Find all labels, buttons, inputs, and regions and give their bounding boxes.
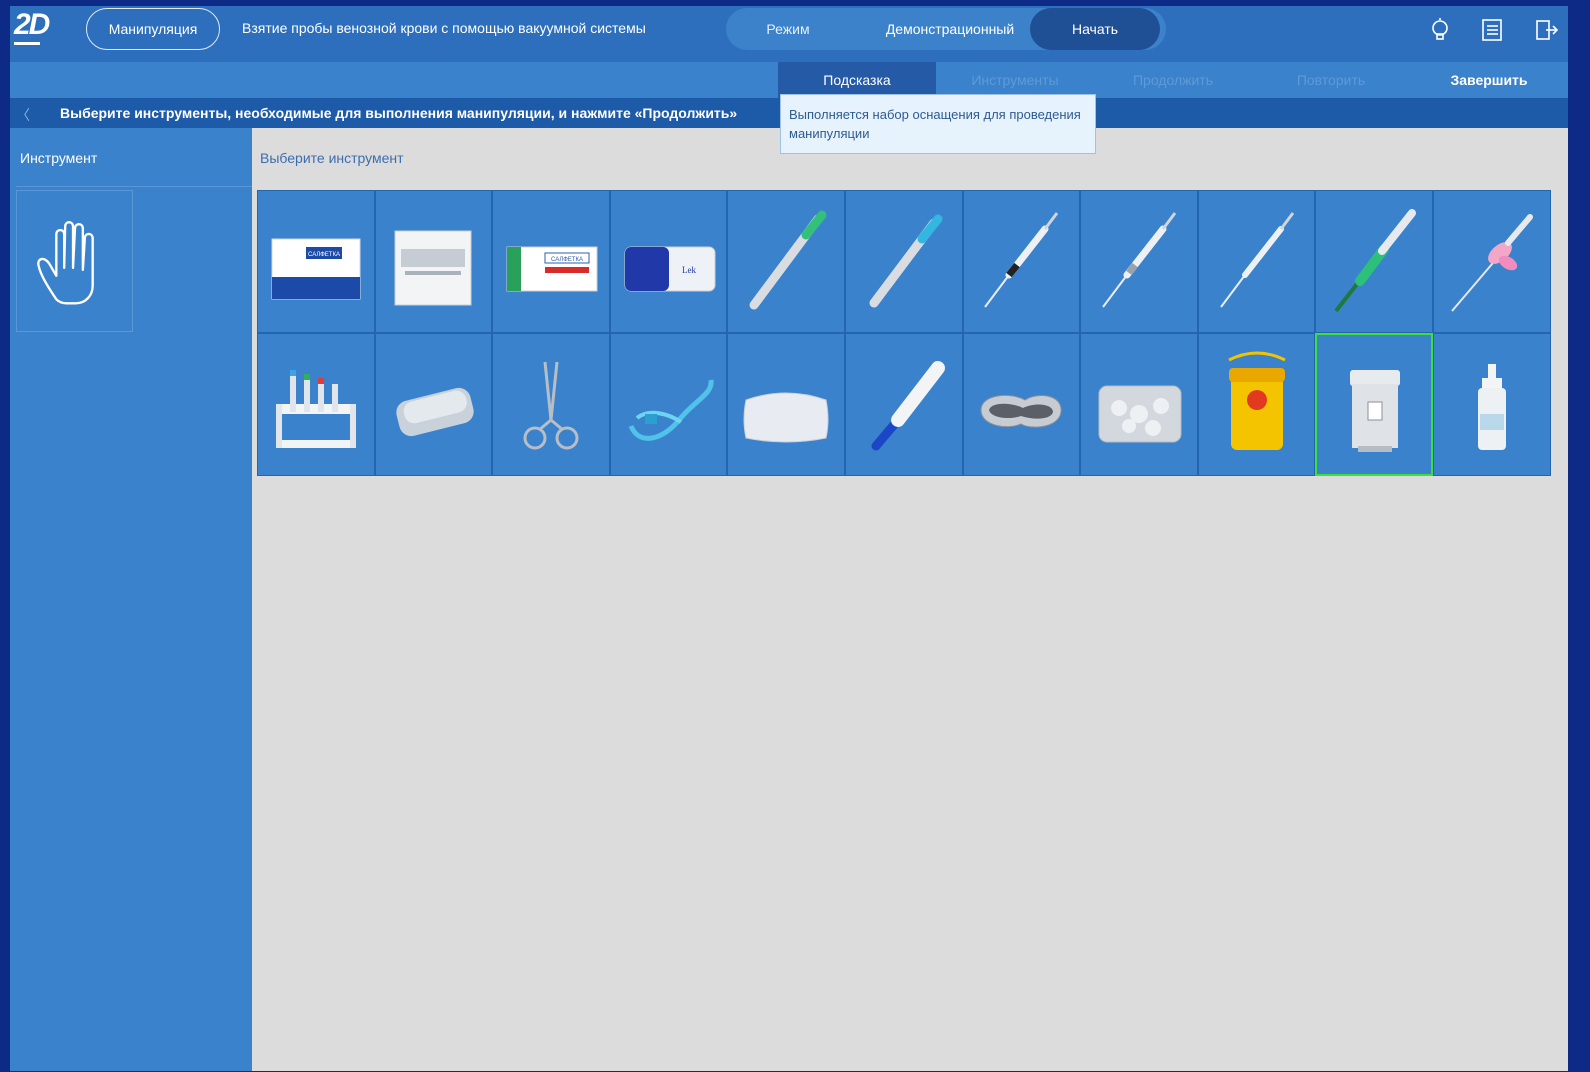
tool-tile[interactable] <box>1432 333 1551 476</box>
tool-tile[interactable] <box>1197 190 1316 333</box>
tool-selection-title: Выберите инструмент <box>260 150 404 166</box>
tool-tile[interactable] <box>1432 190 1551 333</box>
logo-underline <box>14 42 40 45</box>
pillow-icon <box>743 392 829 442</box>
tool-tile[interactable] <box>374 190 493 333</box>
top-bar: 2D Манипуляция Взятие пробы венозной кро… <box>10 6 1568 62</box>
tool-tile[interactable] <box>1197 333 1316 476</box>
sterilizer-box-icon <box>396 387 475 436</box>
sharps-container-icon <box>1227 351 1286 450</box>
mode-label: Режим <box>766 21 810 37</box>
tool-tile[interactable] <box>492 333 610 476</box>
tool-tile[interactable] <box>1080 190 1198 333</box>
divider <box>16 186 252 187</box>
tube-holder-icon <box>871 360 945 450</box>
tool-tile-selected[interactable] <box>1315 333 1433 476</box>
syringe-icon <box>984 211 1059 308</box>
tool-grid: САЛФЕТКА САЛФЕТКА Lek <box>257 190 1551 476</box>
exit-icon[interactable] <box>1532 16 1560 44</box>
waste-bin-icon <box>1350 369 1401 452</box>
selected-tool-slot[interactable] <box>16 190 133 332</box>
tool-tile[interactable] <box>962 190 1081 333</box>
instrument-panel: Инструмент <box>10 128 252 1071</box>
procedure-title: Взятие пробы венозной крови с помощью ва… <box>242 20 646 36</box>
tool-tile[interactable] <box>257 333 375 476</box>
tool-tile[interactable] <box>374 333 493 476</box>
checklist-icon[interactable] <box>1478 16 1506 44</box>
tool-tile[interactable]: САЛФЕТКА <box>492 190 610 333</box>
syringe-icon <box>1102 211 1177 308</box>
alcohol-wipe-icon: САЛФЕТКА <box>506 246 598 291</box>
manipulation-button[interactable]: Манипуляция <box>86 8 220 50</box>
wipe-package-icon: САЛФЕТКА <box>271 238 361 299</box>
sterile-pack-icon <box>394 230 472 305</box>
mode-value[interactable]: Демонстрационный <box>860 8 1040 50</box>
forceps-icon <box>523 361 579 449</box>
kidney-tray-icon <box>980 394 1062 428</box>
app-logo: 2D <box>14 8 50 41</box>
gauze-pack-icon: Lek <box>624 246 716 291</box>
app-window: 2D Манипуляция Взятие пробы венозной кро… <box>10 6 1568 1071</box>
instrument-panel-title: Инструмент <box>20 150 98 166</box>
chevron-left-icon[interactable]: 〈 <box>16 105 30 125</box>
tool-tile[interactable] <box>727 333 845 476</box>
tool-tile[interactable] <box>1315 190 1433 333</box>
start-button[interactable]: Начать <box>1030 8 1160 50</box>
tool-tile[interactable] <box>1080 333 1198 476</box>
hint-tooltip: Выполняется набор оснащения для проведен… <box>780 94 1096 154</box>
svg-text:Lek: Lek <box>682 265 696 275</box>
tab-finish[interactable]: Завершить <box>1410 62 1568 98</box>
tool-tile[interactable] <box>844 333 963 476</box>
lightbulb-icon[interactable] <box>1426 16 1454 44</box>
needle-green-cap-icon <box>749 210 827 309</box>
needle-blue-cap-icon <box>869 214 943 307</box>
tab-hint[interactable]: Подсказка <box>778 62 936 98</box>
tool-selection-area: Выберите инструмент САЛФЕТКА САЛФЕТКА Le… <box>252 128 1568 1071</box>
tab-instruments[interactable]: Инструменты <box>936 62 1094 98</box>
tourniquet-icon <box>628 379 714 441</box>
butterfly-needle-icon <box>1450 213 1533 312</box>
tool-tile[interactable] <box>609 333 728 476</box>
antiseptic-bottle-icon <box>1477 363 1506 450</box>
tool-tile[interactable]: Lek <box>609 190 728 333</box>
tool-tile[interactable] <box>844 190 963 333</box>
vacutainer-needle-green-icon <box>1334 208 1417 312</box>
tool-tile[interactable]: САЛФЕТКА <box>257 190 375 333</box>
svg-text:САЛФЕТКА: САЛФЕТКА <box>551 257 583 263</box>
test-tube-rack-icon <box>275 369 356 448</box>
syringe-icon <box>1219 211 1294 308</box>
cotton-balls-bag-icon <box>1098 385 1182 442</box>
tool-tile[interactable] <box>962 333 1081 476</box>
instruction-text: Выберите инструменты, необходимые для вы… <box>60 105 738 121</box>
tab-repeat[interactable]: Повторить <box>1252 62 1410 98</box>
tab-continue[interactable]: Продолжить <box>1094 62 1252 98</box>
action-tab-bar: Подсказка Инструменты Продолжить Повтори… <box>10 62 1568 98</box>
tool-tile[interactable] <box>727 190 845 333</box>
svg-text:САЛФЕТКА: САЛФЕТКА <box>308 252 340 258</box>
glove-hand-icon <box>37 221 94 305</box>
